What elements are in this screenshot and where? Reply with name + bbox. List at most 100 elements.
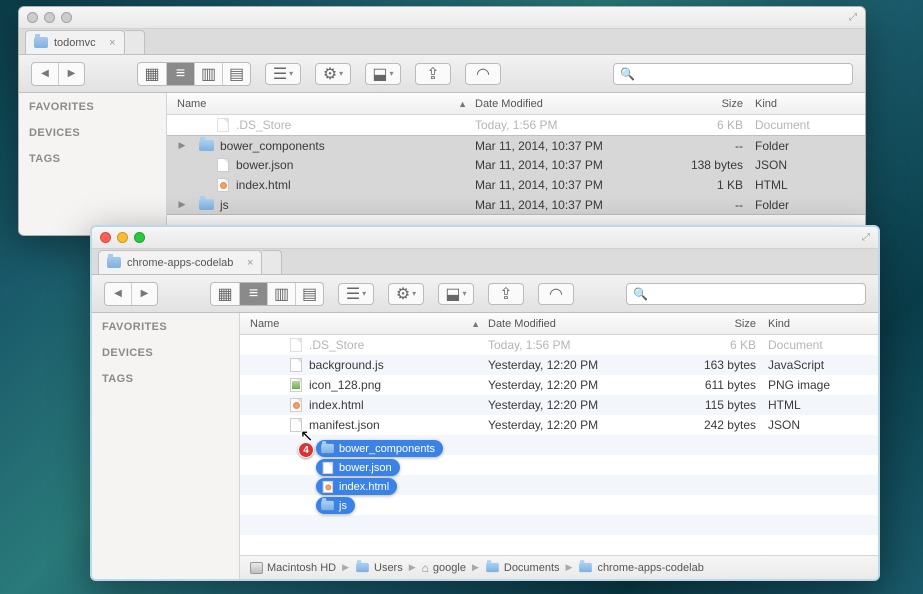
col-name[interactable]: Name▲ [167, 98, 475, 110]
sidebar-devices[interactable]: DEVICES [102, 347, 229, 359]
forward-button[interactable]: ▶ [131, 283, 157, 305]
sidebar-favorites[interactable]: FAVORITES [102, 321, 229, 333]
finder-window-front: ⤢ chrome-apps-codelab × ◀ ▶ ▦ ≡ ▥ ▤ ☰▾ ⚙… [90, 225, 880, 581]
titlebar-back[interactable]: ⤢ [19, 7, 865, 29]
minimize-button[interactable] [44, 12, 55, 23]
path-item[interactable]: ⌂google [422, 561, 466, 575]
close-icon[interactable]: × [109, 37, 115, 49]
action-button[interactable]: ⚙▾ [315, 63, 351, 85]
dropbox-button[interactable]: ⬓▾ [438, 283, 474, 305]
action-button[interactable]: ⚙▾ [388, 283, 424, 305]
tab-todomvc[interactable]: todomvc × [25, 30, 125, 54]
view-icon-button[interactable]: ▦ [138, 63, 166, 85]
col-size[interactable]: Size [665, 98, 755, 110]
tags-button[interactable]: ◠ [538, 283, 574, 305]
sidebar-tags[interactable]: TAGS [29, 153, 156, 165]
sort-asc-icon: ▲ [458, 99, 467, 109]
back-button[interactable]: ◀ [32, 63, 58, 85]
col-size[interactable]: Size [678, 318, 768, 330]
sidebar-devices[interactable]: DEVICES [29, 127, 156, 139]
search-input[interactable] [639, 67, 846, 81]
path-item[interactable]: Macintosh HD [250, 562, 336, 574]
arrange-button[interactable]: ☰▾ [338, 283, 374, 305]
view-coverflow-button[interactable]: ▤ [222, 63, 250, 85]
finder-window-back: ⤢ todomvc × ◀ ▶ ▦ ≡ ▥ ▤ ☰▾ ⚙▾ ⬓▾ ⇪ ◠ 🔍 [18, 6, 866, 236]
column-headers: Name▲ Date Modified Size Kind [167, 93, 865, 115]
file-row[interactable]: icon_128.pngYesterday, 12:20 PM611 bytes… [240, 375, 878, 395]
file-size: 6 KB [665, 118, 755, 132]
file-row[interactable]: manifest.jsonYesterday, 12:20 PM242 byte… [240, 415, 878, 435]
view-icon-button[interactable]: ▦ [211, 283, 239, 305]
file-name: index.html [309, 398, 364, 412]
file-size: 242 bytes [678, 418, 768, 432]
col-date[interactable]: Date Modified [475, 98, 665, 110]
zoom-button[interactable] [61, 12, 72, 23]
share-button[interactable]: ⇪ [415, 63, 451, 85]
disclosure-triangle-icon[interactable]: ▶ [177, 199, 187, 210]
file-row[interactable]: ▶jsMar 11, 2014, 10:37 PM--Folder [167, 195, 865, 215]
sidebar-back: FAVORITES DEVICES TAGS [19, 93, 167, 235]
search-field[interactable]: 🔍 [613, 63, 853, 85]
path-item[interactable]: chrome-apps-codelab [578, 562, 703, 574]
file-row[interactable]: .DS_StoreToday, 1:56 PM6 KBDocument [167, 115, 865, 135]
fullscreen-icon[interactable]: ⤢ [862, 232, 870, 243]
sidebar-favorites[interactable]: FAVORITES [29, 101, 156, 113]
file-list-front[interactable]: .DS_StoreToday, 1:56 PM6 KBDocumentbackg… [240, 335, 878, 555]
path-item[interactable]: Documents [485, 562, 560, 574]
view-column-button[interactable]: ▥ [267, 283, 295, 305]
view-column-button[interactable]: ▥ [194, 63, 222, 85]
file-date: Today, 1:56 PM [475, 118, 665, 132]
view-list-button[interactable]: ≡ [239, 283, 267, 305]
file-row[interactable]: background.jsYesterday, 12:20 PM163 byte… [240, 355, 878, 375]
share-button[interactable]: ⇪ [488, 283, 524, 305]
dropbox-button[interactable]: ⬓▾ [365, 63, 401, 85]
titlebar-front[interactable]: ⤢ [92, 227, 878, 249]
chevron-right-icon: ▶ [566, 562, 573, 573]
file-size: 138 bytes [665, 158, 755, 172]
zoom-button[interactable] [134, 232, 145, 243]
tags-button[interactable]: ◠ [465, 63, 501, 85]
file-name: .DS_Store [309, 338, 364, 352]
path-item[interactable]: Users [355, 562, 403, 574]
empty-row [240, 475, 878, 495]
disclosure-triangle-icon[interactable]: ▶ [177, 140, 187, 151]
file-date: Mar 11, 2014, 10:37 PM [475, 139, 665, 153]
forward-button[interactable]: ▶ [58, 63, 84, 85]
empty-row [240, 535, 878, 555]
file-row[interactable]: index.htmlMar 11, 2014, 10:37 PM1 KBHTML [167, 175, 865, 195]
close-button[interactable] [27, 12, 38, 23]
chevron-right-icon: ▶ [342, 562, 349, 573]
file-date: Yesterday, 12:20 PM [488, 418, 678, 432]
back-button[interactable]: ◀ [105, 283, 131, 305]
col-date[interactable]: Date Modified [488, 318, 678, 330]
nav-buttons: ◀ ▶ [31, 62, 85, 86]
file-row[interactable]: .DS_StoreToday, 1:56 PM6 KBDocument [240, 335, 878, 355]
close-button[interactable] [100, 232, 111, 243]
col-kind[interactable]: Kind [768, 318, 878, 330]
file-row[interactable]: bower.jsonMar 11, 2014, 10:37 PM138 byte… [167, 155, 865, 175]
file-row[interactable]: index.htmlYesterday, 12:20 PM115 bytesHT… [240, 395, 878, 415]
view-coverflow-button[interactable]: ▤ [295, 283, 323, 305]
file-list-back[interactable]: .DS_StoreToday, 1:56 PM6 KBDocument▶bowe… [167, 115, 865, 235]
home-icon: ⌂ [422, 561, 429, 575]
close-icon[interactable]: × [247, 257, 253, 269]
sidebar-tags[interactable]: TAGS [102, 373, 229, 385]
cursor-icon: ↖ [300, 426, 313, 446]
file-kind: JavaScript [768, 358, 878, 372]
path-label: chrome-apps-codelab [597, 562, 703, 574]
tabbar-back: todomvc × [19, 29, 865, 55]
path-label: Documents [504, 562, 560, 574]
file-row[interactable]: ▶bower_componentsMar 11, 2014, 10:37 PM-… [167, 135, 865, 155]
tab-chrome-apps-codelab[interactable]: chrome-apps-codelab × [98, 250, 262, 274]
search-input[interactable] [652, 287, 859, 301]
file-size: 115 bytes [678, 398, 768, 412]
col-name[interactable]: Name▲ [240, 318, 488, 330]
tab-label: todomvc [54, 37, 96, 49]
fullscreen-icon[interactable]: ⤢ [849, 12, 857, 23]
minimize-button[interactable] [117, 232, 128, 243]
view-list-button[interactable]: ≡ [166, 63, 194, 85]
arrange-button[interactable]: ☰▾ [265, 63, 301, 85]
search-field[interactable]: 🔍 [626, 283, 866, 305]
file-date: Mar 11, 2014, 10:37 PM [475, 198, 665, 212]
col-kind[interactable]: Kind [755, 98, 865, 110]
